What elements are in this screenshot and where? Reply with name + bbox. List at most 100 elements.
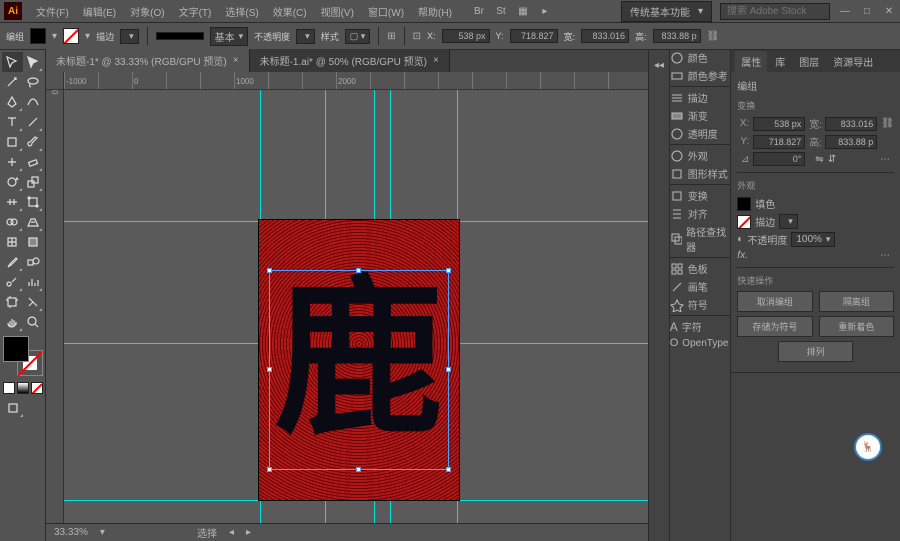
selection-tool[interactable]	[2, 52, 23, 72]
expand-dock-icon[interactable]: ◂◂	[649, 54, 669, 77]
menu-type[interactable]: 文字(T)	[173, 1, 218, 22]
panel-character[interactable]: A字符	[670, 319, 731, 334]
menu-object[interactable]: 对象(O)	[124, 1, 170, 22]
style-dropdown[interactable]: ▢ ▾	[345, 29, 371, 44]
screen-mode[interactable]	[2, 398, 24, 418]
panel-transparency[interactable]: 透明度	[670, 126, 731, 141]
pen-tool[interactable]	[2, 92, 23, 112]
mesh-tool[interactable]	[2, 232, 23, 252]
eraser-tool[interactable]	[23, 152, 44, 172]
arrange-button[interactable]: 排列	[778, 341, 853, 362]
search-input[interactable]	[720, 3, 830, 20]
ruler-origin[interactable]	[46, 72, 64, 90]
gradient-tool[interactable]	[23, 232, 44, 252]
paintbrush-tool[interactable]	[23, 132, 44, 152]
brush-preview[interactable]	[156, 32, 204, 40]
panel-align[interactable]: 对齐	[670, 206, 731, 221]
width-input[interactable]	[581, 29, 629, 43]
shaper-tool[interactable]	[2, 152, 23, 172]
fill-swatch[interactable]	[30, 28, 46, 44]
prop-rotate-input[interactable]	[753, 152, 805, 166]
recolor-button[interactable]: 重新着色	[819, 316, 894, 337]
isolate-button[interactable]: 隔离组	[819, 291, 894, 312]
prop-fill-swatch[interactable]	[737, 197, 751, 211]
coord-x-input[interactable]	[442, 29, 490, 43]
coord-y-input[interactable]	[510, 29, 558, 43]
nav-next-icon[interactable]: ▸	[246, 527, 251, 538]
chevron-down-icon[interactable]: ▾	[85, 31, 90, 42]
stock-icon[interactable]: St	[494, 4, 508, 18]
opacity-input[interactable]: ▾	[296, 29, 315, 44]
close-icon[interactable]: ×	[433, 55, 439, 66]
panel-symbols[interactable]: 符号	[670, 297, 731, 312]
menu-effect[interactable]: 效果(C)	[267, 1, 313, 22]
flip-h-icon[interactable]: ⇋	[815, 154, 823, 165]
panel-appearance[interactable]: 外观	[670, 148, 731, 163]
gpu-icon[interactable]: ▸	[538, 4, 552, 18]
more-options-icon[interactable]: ⋯	[876, 154, 894, 165]
doc-tab-2[interactable]: 未标题-1.ai* @ 50% (RGB/GPU 预览)×	[250, 49, 450, 72]
prop-y-input[interactable]	[753, 135, 805, 149]
scale-tool[interactable]	[23, 172, 44, 192]
lasso-tool[interactable]	[23, 72, 44, 92]
window-maximize[interactable]: □	[860, 4, 874, 18]
perspective-grid-tool[interactable]	[23, 212, 44, 232]
color-mode[interactable]	[3, 382, 15, 394]
doc-tab-1[interactable]: 未标题-1* @ 33.33% (RGB/GPU 预览)×	[46, 49, 250, 72]
window-close[interactable]: ✕	[882, 4, 896, 18]
menu-file[interactable]: 文件(F)	[30, 1, 75, 22]
brush-def-dropdown[interactable]: 基本 ▾	[210, 27, 249, 46]
window-minimize[interactable]: —	[838, 4, 852, 18]
chevron-down-icon[interactable]: ▾	[100, 527, 105, 538]
panel-opentype[interactable]: OOpenType	[670, 337, 731, 349]
link-wh-icon[interactable]: ⛓	[881, 118, 894, 129]
symbol-sprayer-tool[interactable]	[2, 272, 23, 292]
zoom-level[interactable]: 33.33%	[54, 527, 88, 538]
fill-color[interactable]	[3, 336, 29, 362]
align-icon[interactable]: ⊞	[387, 31, 395, 42]
workspace-switcher[interactable]: 传统基本功能 ▾	[621, 1, 712, 22]
panel-brushes[interactable]: 画笔	[670, 279, 731, 294]
width-tool[interactable]	[2, 192, 23, 212]
artboard-tool[interactable]	[2, 292, 23, 312]
transform-icon[interactable]: ⊡	[413, 31, 421, 42]
eyedropper-tool[interactable]	[2, 252, 23, 272]
height-input[interactable]	[653, 29, 701, 43]
link-wh-icon[interactable]: ⛓	[707, 31, 720, 42]
chevron-down-icon[interactable]: ▾	[52, 31, 57, 42]
magic-wand-tool[interactable]	[2, 72, 23, 92]
rectangle-tool[interactable]	[2, 132, 23, 152]
shape-builder-tool[interactable]	[2, 212, 23, 232]
stroke-weight-input[interactable]: ▾	[120, 29, 139, 44]
ungroup-button[interactable]: 取消编组	[737, 291, 812, 312]
slice-tool[interactable]	[23, 292, 44, 312]
panel-color-guide[interactable]: 颜色参考	[670, 68, 731, 83]
zoom-tool[interactable]	[23, 312, 44, 332]
nav-prev-icon[interactable]: ◂	[229, 527, 234, 538]
type-tool[interactable]	[2, 112, 23, 132]
panel-color[interactable]: 颜色	[670, 50, 731, 65]
prop-opacity-input[interactable]: 100%▾	[791, 232, 835, 247]
menu-select[interactable]: 选择(S)	[219, 1, 264, 22]
stroke-swatch[interactable]	[63, 28, 79, 44]
prop-stroke-swatch[interactable]	[737, 215, 751, 229]
save-symbol-button[interactable]: 存储为符号	[737, 316, 812, 337]
tab-layers[interactable]: 图层	[793, 51, 825, 72]
panel-transform[interactable]: 变换	[670, 188, 731, 203]
menu-edit[interactable]: 编辑(E)	[77, 1, 122, 22]
close-icon[interactable]: ×	[233, 55, 239, 66]
column-graph-tool[interactable]	[23, 272, 44, 292]
prop-h-input[interactable]	[825, 135, 877, 149]
bridge-icon[interactable]: Br	[472, 4, 486, 18]
tab-properties[interactable]: 属性	[735, 51, 767, 72]
more-options-icon[interactable]: ⋯	[876, 250, 894, 261]
blend-tool[interactable]	[23, 252, 44, 272]
fill-stroke-control[interactable]	[3, 336, 43, 376]
canvas[interactable]: -1000010002000 0 鹿	[46, 72, 648, 523]
none-mode[interactable]	[31, 382, 43, 394]
selection-bounds[interactable]	[269, 270, 449, 470]
menu-window[interactable]: 窗口(W)	[362, 1, 410, 22]
ruler-vertical[interactable]: 0	[46, 90, 64, 523]
hand-tool[interactable]	[2, 312, 23, 332]
arrange-icon[interactable]: ▦	[516, 4, 530, 18]
